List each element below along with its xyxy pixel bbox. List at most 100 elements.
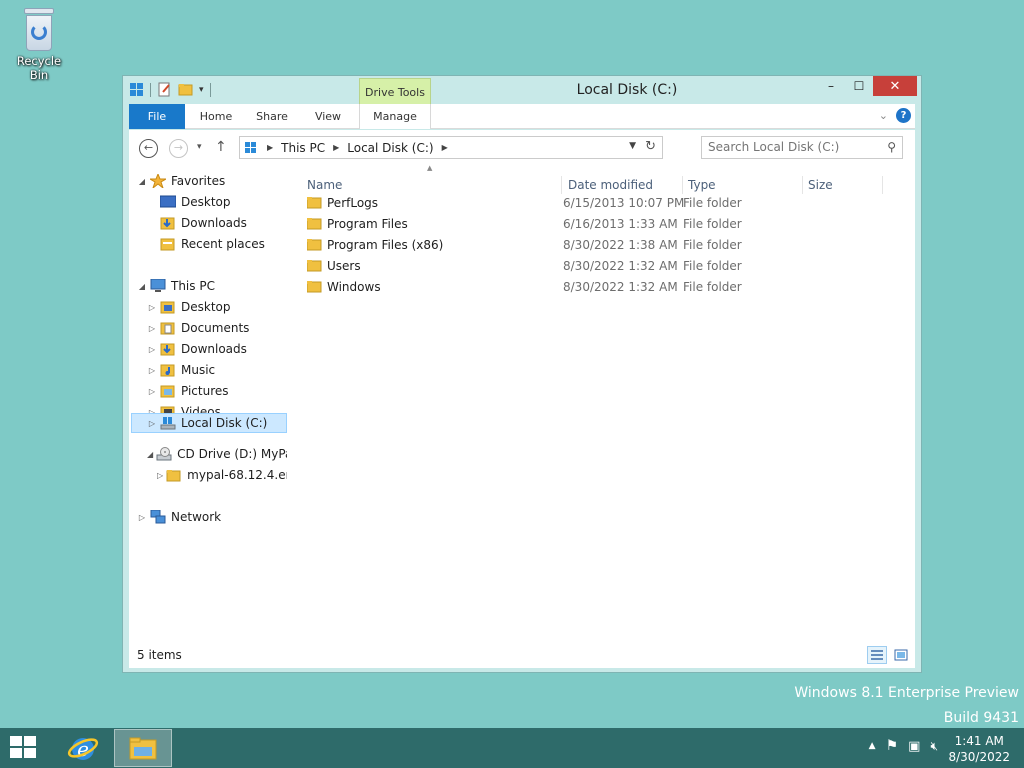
taskbar-file-explorer[interactable] bbox=[114, 729, 172, 767]
taskbar: e ▲ ⚑ ▣ 🔇︎ 1:41 AM 8/30/2022 bbox=[0, 728, 1024, 768]
refresh-icon[interactable]: ↻ bbox=[645, 139, 656, 154]
build-watermark-build: Build 9431 bbox=[943, 710, 1019, 726]
network-icon bbox=[150, 510, 166, 524]
file-row[interactable]: PerfLogs 6/15/2013 10:07 PM File folder bbox=[301, 193, 901, 214]
volume-muted-icon[interactable]: 🔇︎ bbox=[930, 739, 938, 754]
nav-favorites-downloads[interactable]: Downloads bbox=[147, 213, 287, 233]
drive-icon bbox=[245, 141, 256, 153]
breadcrumb-this-pc[interactable]: This PC bbox=[281, 141, 325, 155]
collapse-arrow-icon[interactable]: ◢ bbox=[137, 282, 147, 291]
tab-share[interactable]: Share bbox=[247, 104, 297, 129]
address-dropdown-icon[interactable]: ▼ bbox=[629, 141, 636, 151]
recycle-bin-icon bbox=[21, 6, 57, 52]
file-type: File folder bbox=[683, 217, 742, 231]
file-date: 6/16/2013 1:33 AM bbox=[563, 217, 678, 231]
back-button[interactable]: ← bbox=[139, 139, 158, 158]
recycle-bin-shortcut[interactable]: Recycle Bin bbox=[6, 6, 72, 82]
expand-arrow-icon[interactable]: ▷ bbox=[147, 387, 157, 396]
file-name: Users bbox=[327, 259, 361, 273]
file-date: 8/30/2022 1:32 AM bbox=[563, 259, 678, 273]
file-row[interactable]: Windows 8/30/2022 1:32 AM File folder bbox=[301, 277, 901, 298]
tab-home[interactable]: Home bbox=[191, 104, 241, 129]
file-row[interactable]: Program Files 6/16/2013 1:33 AM File fol… bbox=[301, 214, 901, 235]
caption-buttons: – ☐ ✕ bbox=[817, 76, 917, 96]
recycle-bin-label: Recycle Bin bbox=[16, 54, 62, 82]
show-hidden-icons-icon[interactable]: ▲ bbox=[869, 741, 876, 751]
search-input[interactable] bbox=[708, 140, 878, 154]
window-title: Local Disk (C:) bbox=[576, 82, 678, 98]
nav-this-pc-music[interactable]: ▷ Music bbox=[147, 360, 287, 380]
collapse-arrow-icon[interactable]: ◢ bbox=[147, 450, 153, 459]
nav-this-pc-cd-drive[interactable]: ◢ CD Drive (D:) MyPal bbox=[147, 444, 287, 464]
expand-arrow-icon[interactable]: ▷ bbox=[147, 303, 157, 312]
expand-ribbon-chevron-icon[interactable]: ⌄ bbox=[879, 109, 888, 122]
title-bar[interactable]: ▾ Drive Tools Local Disk (C:) – ☐ ✕ bbox=[123, 76, 921, 104]
clock-date: 8/30/2022 bbox=[948, 750, 1010, 764]
breadcrumb-arrow-icon[interactable]: ▶ bbox=[267, 143, 273, 152]
system-tray: ▲ ⚑ ▣ 🔇︎ bbox=[869, 738, 938, 754]
minimize-button[interactable]: – bbox=[817, 76, 845, 96]
breadcrumb-local-disk[interactable]: Local Disk (C:) bbox=[347, 141, 433, 155]
expand-arrow-icon[interactable]: ▷ bbox=[147, 419, 157, 428]
ribbon-tabs: File Home Share View Manage ⌄ ? bbox=[129, 104, 915, 129]
clock-time: 1:41 AM bbox=[954, 734, 1004, 748]
up-arrow-icon[interactable]: ↑ bbox=[215, 139, 227, 155]
start-button[interactable] bbox=[10, 736, 38, 760]
help-icon[interactable]: ? bbox=[896, 108, 911, 123]
item-count: 5 items bbox=[137, 648, 182, 662]
address-bar[interactable]: ▶ This PC ▶ Local Disk (C:) ▶ ▼ ↻ bbox=[239, 136, 663, 159]
recent-locations-chevron-icon[interactable]: ▾ bbox=[197, 142, 202, 152]
nav-favorites[interactable]: ◢ Favorites bbox=[137, 171, 287, 191]
expand-arrow-icon[interactable]: ▷ bbox=[157, 471, 163, 480]
pictures-folder-icon bbox=[160, 385, 175, 398]
internet-explorer-icon: e bbox=[67, 737, 99, 761]
file-date: 6/15/2013 10:07 PM bbox=[563, 196, 685, 210]
tab-view[interactable]: View bbox=[303, 104, 353, 129]
nav-mypal-folder[interactable]: ▷ mypal-68.12.4.en- bbox=[157, 465, 287, 485]
folder-icon bbox=[307, 197, 322, 209]
tab-file[interactable]: File bbox=[129, 104, 185, 129]
expand-arrow-icon[interactable]: ▷ bbox=[147, 366, 157, 375]
navigation-pane: ◢ Favorites Desktop Downloads Recent pla… bbox=[129, 166, 291, 642]
desktop-icon bbox=[160, 195, 176, 208]
expand-arrow-icon[interactable]: ▷ bbox=[147, 324, 157, 333]
file-row[interactable]: Users 8/30/2022 1:32 AM File folder bbox=[301, 256, 901, 277]
network-status-icon[interactable]: ▣ bbox=[908, 739, 920, 754]
drive-icon bbox=[160, 417, 176, 430]
folder-icon bbox=[307, 239, 322, 251]
music-folder-icon bbox=[160, 364, 175, 377]
nav-this-pc-downloads[interactable]: ▷ Downloads bbox=[147, 339, 287, 359]
file-date: 8/30/2022 1:38 AM bbox=[563, 238, 678, 252]
maximize-button[interactable]: ☐ bbox=[845, 76, 873, 96]
details-view-button[interactable] bbox=[867, 646, 887, 664]
tab-manage[interactable]: Manage bbox=[359, 104, 431, 129]
file-row[interactable]: Program Files (x86) 8/30/2022 1:38 AM Fi… bbox=[301, 235, 901, 256]
expand-arrow-icon[interactable]: ▷ bbox=[137, 513, 147, 522]
breadcrumb-arrow-icon[interactable]: ▶ bbox=[442, 143, 448, 152]
action-center-flag-icon[interactable]: ⚑ bbox=[886, 738, 899, 754]
search-box[interactable]: ⚲ bbox=[701, 136, 903, 159]
expand-arrow-icon[interactable]: ▷ bbox=[147, 345, 157, 354]
nav-network[interactable]: ▷ Network bbox=[137, 507, 287, 527]
collapse-arrow-icon[interactable]: ◢ bbox=[137, 177, 147, 186]
large-icons-view-button[interactable] bbox=[891, 646, 911, 664]
desktop-folder-icon bbox=[160, 301, 175, 314]
close-button[interactable]: ✕ bbox=[873, 76, 917, 96]
nav-this-pc-desktop[interactable]: ▷ Desktop bbox=[147, 297, 287, 317]
nav-favorites-recent-places[interactable]: Recent places bbox=[147, 234, 287, 254]
content-area: ◢ Favorites Desktop Downloads Recent pla… bbox=[129, 164, 915, 668]
nav-favorites-desktop[interactable]: Desktop bbox=[147, 192, 287, 212]
downloads-icon bbox=[160, 217, 175, 230]
cd-drive-icon bbox=[156, 447, 172, 461]
taskbar-clock[interactable]: 1:41 AM 8/30/2022 bbox=[948, 733, 1010, 765]
nav-this-pc-pictures[interactable]: ▷ Pictures bbox=[147, 381, 287, 401]
nav-this-pc[interactable]: ◢ This PC bbox=[137, 276, 287, 296]
taskbar-internet-explorer[interactable]: e bbox=[58, 730, 108, 766]
nav-this-pc-local-disk[interactable]: ▷ Local Disk (C:) bbox=[131, 413, 287, 433]
nav-this-pc-documents[interactable]: ▷ Documents bbox=[147, 318, 287, 338]
ribbon-right-controls: ⌄ ? bbox=[879, 108, 911, 123]
breadcrumb-arrow-icon[interactable]: ▶ bbox=[333, 143, 339, 152]
forward-button[interactable]: → bbox=[169, 139, 188, 158]
file-type: File folder bbox=[683, 259, 742, 273]
search-icon[interactable]: ⚲ bbox=[887, 140, 896, 154]
